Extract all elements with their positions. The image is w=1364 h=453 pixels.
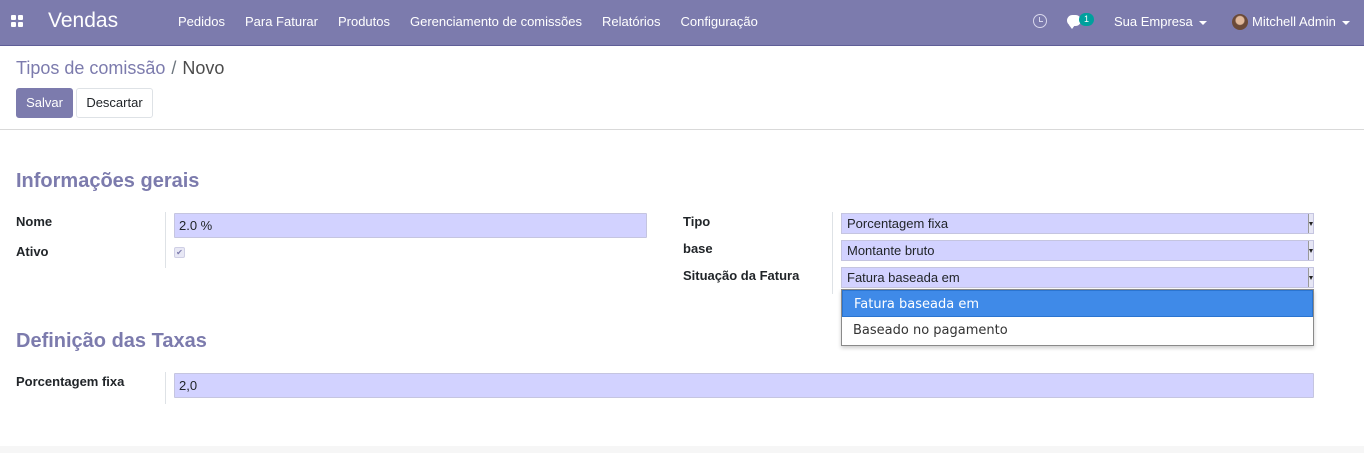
chevron-down-icon: [1198, 20, 1207, 25]
base-select-value: Montante bruto: [847, 243, 935, 258]
menu-item-relatorios[interactable]: Relatórios: [592, 0, 671, 46]
invoice-state-dropdown-list: Fatura baseada em Baseado no pagamento: [841, 289, 1314, 346]
dropdown-option-fatura-baseada[interactable]: Fatura baseada em: [842, 290, 1313, 317]
chat-badge: 1: [1079, 13, 1094, 26]
section-title-general: Informações gerais: [16, 170, 200, 192]
invoice-state-select-value: Fatura baseada em: [847, 270, 960, 285]
field-separator: [165, 212, 166, 268]
breadcrumb-separator: /: [171, 58, 177, 78]
breadcrumb-current: Novo: [182, 58, 225, 78]
divider: [0, 129, 1364, 130]
avatar: [1232, 13, 1248, 30]
base-select[interactable]: Montante bruto: [841, 240, 1314, 261]
save-button[interactable]: Salvar: [16, 88, 73, 118]
company-name: Sua Empresa: [1114, 14, 1193, 29]
base-label: base: [683, 241, 713, 256]
discard-button[interactable]: Descartar: [76, 88, 153, 118]
field-separator: [165, 372, 166, 404]
breadcrumb-parent-link[interactable]: Tipos de comissão: [16, 58, 165, 78]
field-separator: [832, 212, 833, 294]
invoice-state-select[interactable]: Fatura baseada em: [841, 267, 1314, 288]
dropdown-option-baseado-pagamento[interactable]: Baseado no pagamento: [842, 317, 1313, 344]
chevron-down-icon: [1341, 20, 1350, 25]
type-label: Tipo: [683, 214, 711, 229]
type-select[interactable]: Porcentagem fixa: [841, 213, 1314, 234]
fixed-percentage-input[interactable]: 2,0: [174, 373, 1314, 398]
active-label: Ativo: [16, 244, 49, 259]
dropdown-arrow-icon: [1308, 241, 1313, 260]
main-menu: Pedidos Para Faturar Produtos Gerenciame…: [168, 0, 768, 46]
name-label: Nome: [16, 214, 53, 229]
menu-item-produtos[interactable]: Produtos: [328, 0, 400, 46]
active-checkbox[interactable]: ✔: [174, 247, 185, 258]
menu-item-para-faturar[interactable]: Para Faturar: [235, 0, 328, 46]
user-menu[interactable]: Mitchell Admin: [1232, 0, 1350, 44]
apps-grid-icon[interactable]: [11, 15, 23, 27]
top-navbar: Vendas Pedidos Para Faturar Produtos Ger…: [0, 0, 1364, 46]
menu-item-pedidos[interactable]: Pedidos: [168, 0, 235, 46]
activity-clock-icon[interactable]: [1033, 14, 1047, 28]
user-name: Mitchell Admin: [1252, 14, 1336, 29]
name-input[interactable]: 2.0 %: [174, 213, 647, 238]
bottom-strip: [0, 446, 1364, 453]
app-brand[interactable]: Vendas: [48, 8, 118, 34]
fixed-percentage-label: Porcentagem fixa: [16, 374, 125, 389]
dropdown-arrow-icon: [1308, 214, 1313, 233]
menu-item-configuracao[interactable]: Configuração: [671, 0, 768, 46]
menu-item-comissoes[interactable]: Gerenciamento de comissões: [400, 0, 592, 46]
dropdown-arrow-icon: [1308, 268, 1313, 287]
breadcrumb: Tipos de comissão / Novo: [16, 57, 224, 79]
section-title-rates: Definição das Taxas: [16, 330, 207, 352]
invoice-state-label: Situação da Fatura: [683, 268, 800, 283]
type-select-value: Porcentagem fixa: [847, 216, 949, 231]
company-switcher[interactable]: Sua Empresa: [1114, 0, 1207, 44]
